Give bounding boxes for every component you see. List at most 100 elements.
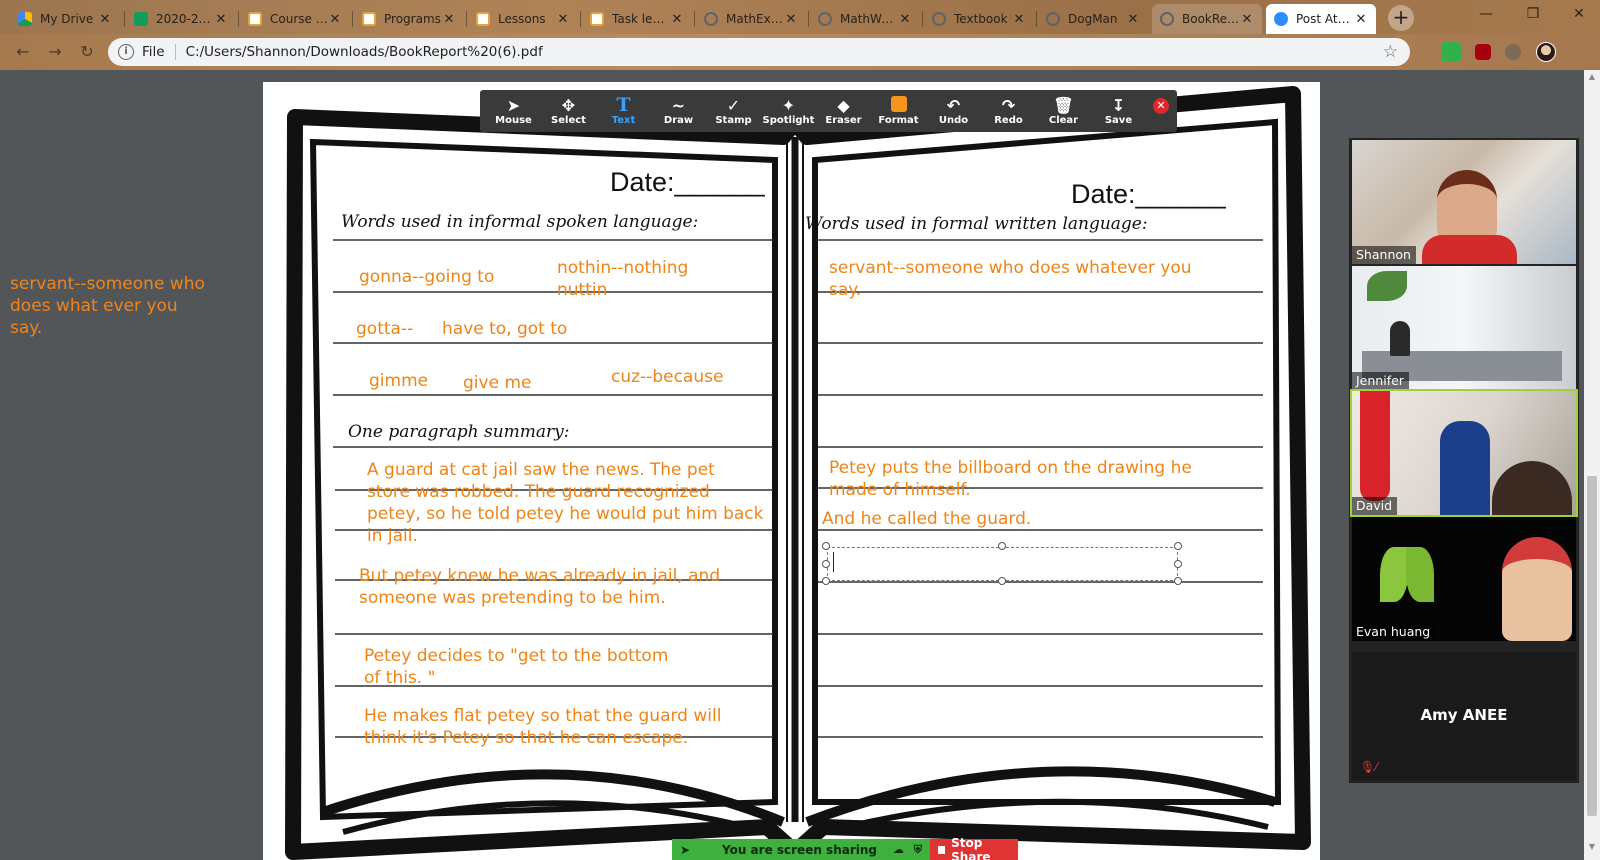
- tab-textbook[interactable]: Textbook ✕: [924, 4, 1034, 34]
- back-arrow-icon[interactable]: ←: [12, 41, 34, 63]
- globe-icon: [818, 12, 832, 26]
- scrollbar-thumb[interactable]: [1587, 476, 1597, 816]
- tab-course-list[interactable]: Course list ✕: [240, 4, 350, 34]
- format-tool-button[interactable]: Format: [871, 90, 926, 132]
- redo-button[interactable]: ↷ Redo: [981, 90, 1036, 132]
- annotation-give-me: give me: [463, 373, 532, 393]
- video-tile-shannon[interactable]: Shannon: [1352, 140, 1576, 264]
- eraser-icon: ◆: [837, 96, 850, 115]
- trash-icon: 🗑: [1053, 96, 1074, 115]
- close-icon[interactable]: ✕: [898, 12, 912, 27]
- tab-label: MathExtra: [726, 12, 784, 26]
- tab-my-drive[interactable]: My Drive ✕: [10, 4, 120, 34]
- tab-lessons[interactable]: Lessons ✕: [468, 4, 578, 34]
- tab-post-attendance[interactable]: Post Attendance ✕: [1266, 4, 1376, 34]
- tab-task-learning[interactable]: Task learning ✕: [582, 4, 692, 34]
- tab-divider: [1036, 11, 1037, 27]
- scroll-down-icon[interactable]: ▼: [1584, 842, 1600, 856]
- classroom-icon: [590, 12, 604, 26]
- info-icon[interactable]: i: [118, 44, 134, 60]
- scheme-label: File: [142, 44, 165, 60]
- stamp-tool-button[interactable]: ✓ Stamp: [706, 90, 761, 132]
- tab-divider: [466, 11, 467, 27]
- tab-bookreport[interactable]: BookReport ✕: [1152, 4, 1262, 34]
- bookmark-star-icon[interactable]: ☆: [1383, 42, 1398, 62]
- stop-share-button[interactable]: Stop Share: [930, 836, 1018, 860]
- annotation-called-guard: And he called the guard.: [822, 509, 1032, 529]
- new-tab-button[interactable]: +: [1388, 5, 1414, 31]
- forward-arrow-icon[interactable]: →: [44, 41, 66, 63]
- resize-handle[interactable]: [1174, 577, 1182, 585]
- tab-programs[interactable]: Programs ✕: [354, 4, 464, 34]
- left-heading: Words used in informal spoken language:: [341, 212, 699, 232]
- close-icon[interactable]: ✕: [556, 12, 570, 27]
- shield-icon: ⛨: [913, 842, 922, 856]
- close-icon[interactable]: ✕: [214, 12, 228, 27]
- resize-handle[interactable]: [998, 577, 1006, 585]
- reload-icon[interactable]: ↻: [76, 41, 98, 63]
- address-bar[interactable]: i File C:/Users/Shannon/Downloads/BookRe…: [108, 38, 1410, 66]
- wall-leaf-decoration: [1367, 271, 1407, 301]
- share-status[interactable]: ➤ You are screen sharing ☁ ⛨: [672, 839, 930, 860]
- tab-label: 2020-2021: [156, 12, 214, 26]
- participant-name: Evan huang: [1352, 623, 1436, 641]
- extension-chat-icon[interactable]: [1441, 42, 1461, 62]
- spotlight-tool-button[interactable]: ✦ Spotlight: [761, 90, 816, 132]
- tab-divider: [580, 11, 581, 27]
- right-date-label: Date:______: [1071, 179, 1226, 209]
- tool-label: Undo: [938, 115, 969, 126]
- tab-dogman[interactable]: DogMan ✕: [1038, 4, 1148, 34]
- tab-divider: [922, 11, 923, 27]
- url-text[interactable]: C:/Users/Shannon/Downloads/BookReport%20…: [186, 44, 543, 60]
- resize-handle[interactable]: [822, 577, 830, 585]
- profile-avatar[interactable]: [1536, 42, 1556, 62]
- annotation-have-to: have to, got to: [442, 319, 568, 339]
- tab-mathextra[interactable]: MathExtra ✕: [696, 4, 806, 34]
- text-tool-button[interactable]: T Text: [596, 90, 651, 132]
- clear-button[interactable]: 🗑 Clear: [1036, 90, 1091, 132]
- close-icon[interactable]: ✕: [784, 12, 798, 27]
- window-close-icon[interactable]: ✕: [1556, 0, 1600, 30]
- close-icon[interactable]: ✕: [1126, 12, 1140, 27]
- close-icon[interactable]: ✕: [1012, 12, 1026, 27]
- close-icon[interactable]: ✕: [1354, 12, 1368, 27]
- puzzle-extension-icon[interactable]: [1505, 44, 1521, 60]
- close-icon[interactable]: ✕: [670, 12, 684, 27]
- video-tile-evan[interactable]: Evan huang: [1352, 517, 1576, 641]
- undo-button[interactable]: ↶ Undo: [926, 90, 981, 132]
- close-icon[interactable]: ✕: [1240, 12, 1254, 27]
- tab-mathworld[interactable]: MathWorld ✕: [810, 4, 920, 34]
- globe-icon: [1046, 12, 1060, 26]
- select-tool-button[interactable]: ✥ Select: [541, 90, 596, 132]
- eraser-tool-button[interactable]: ◆ Eraser: [816, 90, 871, 132]
- scroll-up-icon[interactable]: ▲: [1584, 72, 1600, 86]
- close-icon[interactable]: ✕: [328, 12, 342, 27]
- page-scrollbar[interactable]: ▲ ▼: [1584, 70, 1600, 860]
- ublock-icon[interactable]: [1475, 44, 1491, 60]
- close-icon[interactable]: ✕: [442, 12, 456, 27]
- participant-name: Shannon: [1352, 246, 1416, 264]
- save-button[interactable]: ↧ Save: [1091, 90, 1146, 132]
- draw-tool-button[interactable]: ∼ Draw: [651, 90, 706, 132]
- resize-handle[interactable]: [822, 560, 830, 568]
- minimize-icon[interactable]: —: [1463, 0, 1509, 30]
- tab-sheets[interactable]: 2020-2021 ✕: [126, 4, 236, 34]
- restore-icon[interactable]: ❐: [1510, 0, 1556, 30]
- video-tile-jennifer[interactable]: Jennifer: [1352, 266, 1576, 390]
- resize-handle[interactable]: [998, 542, 1006, 550]
- close-icon[interactable]: ✕: [98, 12, 112, 27]
- annotation-gotta: gotta--: [356, 319, 414, 339]
- video-tile-amy[interactable]: Amy ANEE 🎙⁄: [1352, 652, 1576, 780]
- mouse-tool-button[interactable]: ➤ Mouse: [486, 90, 541, 132]
- tab-divider: [808, 11, 809, 27]
- video-tile-david[interactable]: David: [1350, 389, 1578, 517]
- resize-handle[interactable]: [1174, 542, 1182, 550]
- active-text-box[interactable]: [827, 547, 1178, 581]
- resize-handle[interactable]: [822, 542, 830, 550]
- text-icon: T: [616, 94, 631, 116]
- annotation-nothin: nothin--nothing nuttin: [557, 258, 689, 300]
- google-drive-icon: [18, 12, 32, 26]
- resize-handle[interactable]: [1174, 560, 1182, 568]
- draw-icon: ∼: [671, 96, 686, 115]
- close-annotation-icon[interactable]: ✕: [1153, 98, 1169, 114]
